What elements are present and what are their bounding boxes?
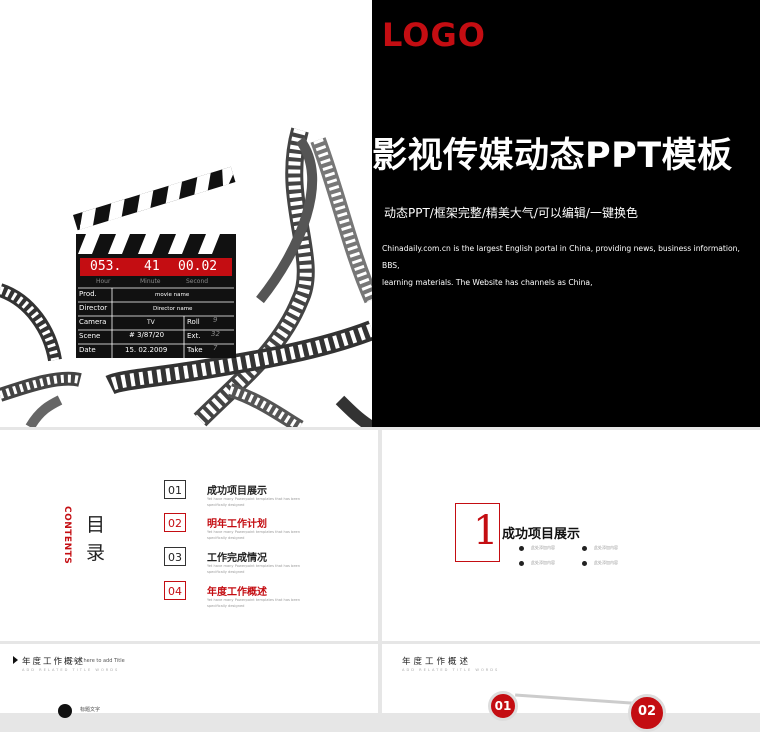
toc-title-en: CONTENTS — [62, 506, 72, 565]
hero-image-panel: 053. 41 00.02 Hour Minute Second Prod. m… — [0, 0, 372, 427]
counter-label-minute: Minute — [140, 278, 161, 285]
section-bullet: 此处添加内容 — [582, 545, 618, 551]
toc-item-title: 年度工作概述 — [207, 587, 267, 598]
bullet-dot-icon — [519, 560, 524, 566]
toc-item-number: 01 — [164, 480, 186, 499]
bullet-dot-icon — [582, 560, 587, 566]
hero-description: Chinadaily.com.cn is the largest English… — [382, 240, 752, 291]
overview-label: 标题文字 — [80, 707, 101, 713]
toc-item-desc: Yet have many Powerpoint templates that … — [207, 497, 301, 507]
bullet-dot-icon — [582, 545, 587, 551]
clapper-label-roll: Roll — [187, 318, 200, 326]
hero-slide[interactable]: 053. 41 00.02 Hour Minute Second Prod. m… — [0, 0, 760, 427]
section-bullet: 此处添加内容 — [519, 545, 555, 551]
toc-item-number: 02 — [164, 513, 186, 532]
hero-text-panel: LOGO 影视传媒动态PPT模板 动态PPT/框架完整/精美大气/可以编辑/一键… — [372, 0, 760, 427]
overview-subtitle-right: ADD RELATED TITLE WORDS — [402, 668, 500, 672]
clapper-value-director: Director name — [153, 306, 193, 312]
clapper-label-ext: Ext. — [187, 332, 201, 340]
hero-description-line-2: learning materials. The Website has chan… — [382, 278, 593, 287]
section-bullet: 此处添加内容 — [519, 560, 555, 566]
clapper-label-prod: Prod. — [79, 290, 97, 298]
section-bullet: 此处添加内容 — [582, 560, 618, 566]
toc-item-desc: Yet have many Powerpoint templates that … — [207, 598, 301, 608]
counter-label-second: Second — [186, 278, 209, 285]
section-title: 成功项目展示 — [500, 523, 581, 542]
hero-description-line-1: Chinadaily.com.cn is the largest English… — [382, 244, 740, 270]
step-badge-1: 01 — [488, 691, 518, 721]
toc-item-title: 明年工作计划 — [207, 519, 267, 530]
logo: LOGO — [382, 16, 486, 54]
toc-item-title: 成功项目展示 — [207, 486, 267, 497]
hero-title: 影视传媒动态PPT模板 — [372, 136, 733, 176]
clapper-value-camera: TV — [147, 319, 155, 326]
clapper-value-roll: 9 — [213, 316, 218, 324]
toc-item-title: 工作完成情况 — [207, 553, 267, 564]
clapper-value-take: 7 — [213, 344, 218, 352]
clapper-value-ext: 32 — [211, 330, 220, 338]
play-icon — [13, 656, 18, 664]
counter-label-hour: Hour — [96, 278, 111, 285]
film-clapper-illustration — [0, 127, 372, 427]
overview-subtitle-left: ADD RELATED TITLE WORDS — [22, 668, 120, 672]
clapper-value-date: 15. 02.2009 — [125, 346, 168, 354]
counter-hour: 053. — [90, 259, 122, 274]
clapper-value-scene: # 3/87/20 — [129, 331, 165, 339]
counter-second: 00.02 — [178, 259, 218, 274]
clapper-label-camera: Camera — [79, 318, 107, 326]
bullet-dot-icon — [519, 545, 524, 551]
overview-title-right: 年度工作概述 — [402, 657, 472, 667]
toc-item-desc: Yet have many Powerpoint templates that … — [207, 564, 301, 574]
clapper-label-director: Director — [79, 304, 108, 312]
toc-item-number: 04 — [164, 581, 186, 600]
toc-item-desc: Yet have many Powerpoint templates that … — [207, 530, 301, 540]
clapper-value-prod: movie name — [155, 292, 190, 298]
clapper-label-take: Take — [187, 346, 203, 354]
overview-overlay-text: Click here to add Title — [70, 658, 125, 664]
step-badge-2: 02 — [628, 694, 666, 732]
counter-minute: 41 — [144, 259, 160, 274]
contents-slide[interactable] — [0, 430, 378, 641]
clapper-label-scene: Scene — [79, 332, 101, 340]
hero-subtitle: 动态PPT/框架完整/精美大气/可以编辑/一键换色 — [384, 206, 638, 220]
section-number: 1 — [473, 508, 499, 554]
clapper-label-date: Date — [79, 346, 96, 354]
badge-icon — [58, 704, 72, 718]
toc-item-number: 03 — [164, 547, 186, 566]
toc-title-char-1: 目 — [86, 514, 106, 536]
toc-title-char-2: 录 — [86, 542, 106, 564]
clapper-counter: 053. 41 00.02 — [82, 259, 232, 276]
